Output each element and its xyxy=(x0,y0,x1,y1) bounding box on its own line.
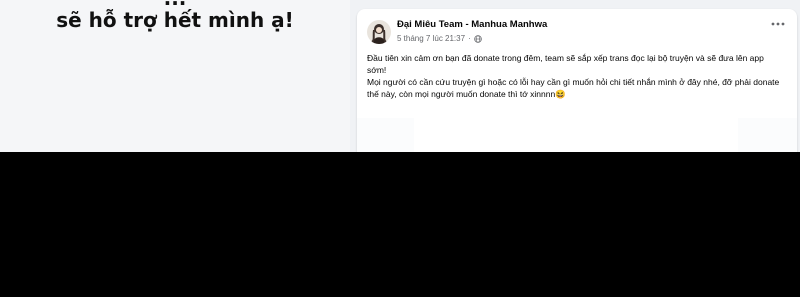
meta-separator: · xyxy=(468,34,471,43)
author-avatar[interactable] xyxy=(367,20,391,44)
screenshot-top-area: ... sẽ hỗ trợ hết mình ạ! Đại Miêu Team … xyxy=(0,0,800,152)
globe-icon xyxy=(473,34,482,43)
post-media[interactable] xyxy=(357,118,797,152)
more-dots-icon xyxy=(771,22,785,26)
post-media-image xyxy=(414,118,738,152)
cropped-caption-line: ... xyxy=(0,0,350,6)
image-panel: ... sẽ hỗ trợ hết mình ạ! xyxy=(0,0,350,152)
post-body: Đầu tiên xin cảm ơn bạn đã donate trong … xyxy=(367,52,783,100)
more-options-button[interactable] xyxy=(771,17,785,29)
author-name[interactable]: Đại Miêu Team - Manhua Manhwa xyxy=(397,19,547,30)
image-caption: sẽ hỗ trợ hết mình ạ! xyxy=(56,8,294,32)
post-timestamp[interactable]: 5 tháng 7 lúc 21:37 xyxy=(397,34,465,43)
post-meta: 5 tháng 7 lúc 21:37 · xyxy=(397,34,482,43)
facebook-post: Đại Miêu Team - Manhua Manhwa 5 tháng 7 … xyxy=(357,9,797,152)
cropped-caption-text: ... xyxy=(0,0,350,6)
post-paragraph: Đầu tiên xin cảm ơn bạn đã donate trong … xyxy=(367,53,764,75)
post-paragraph: Mọi người có cần cứu truyện gì hoặc có l… xyxy=(367,77,780,99)
avatar-figure-icon xyxy=(371,24,387,44)
